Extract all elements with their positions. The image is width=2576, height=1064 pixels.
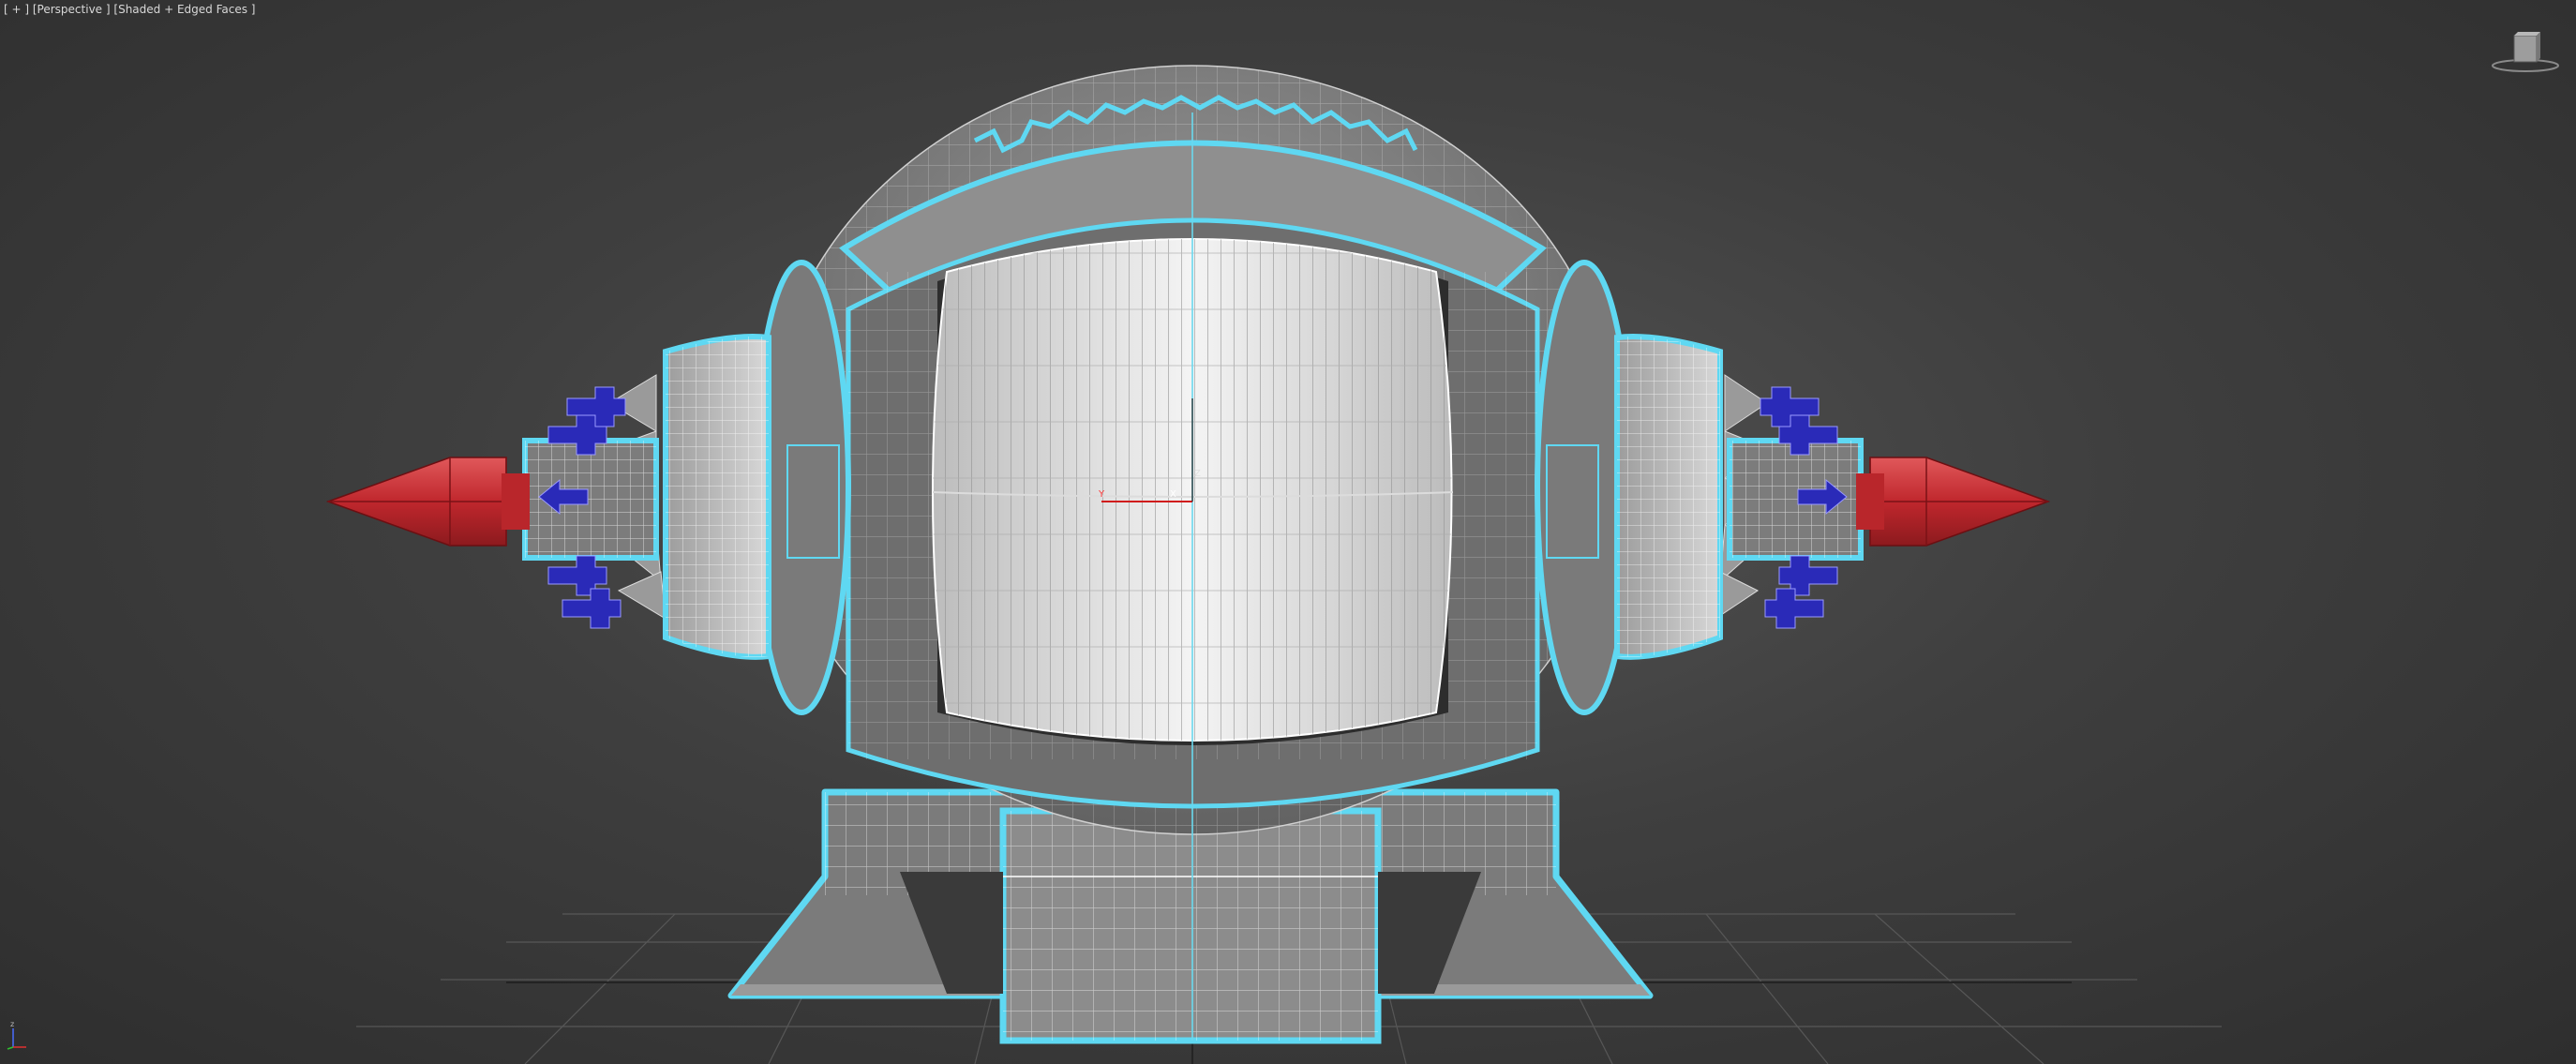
viewcube-icon[interactable]	[2490, 30, 2561, 75]
gizmo-z-label: Z	[1194, 469, 1201, 479]
axis-tripod-icon: z	[7, 1020, 26, 1050]
viewport-label-menu[interactable]: [ + ] [Perspective ] [Shaded + Edged Fac…	[4, 3, 255, 16]
side-cap-right[interactable]	[1535, 260, 1723, 715]
viewport-canvas[interactable]: Y X Z	[0, 0, 2576, 1064]
gizmo-y-label: Y	[1098, 489, 1105, 500]
viewport-camera-menu[interactable]: [Perspective ]	[33, 3, 111, 16]
side-cap-left[interactable]	[663, 260, 851, 715]
viewport-shading-menu[interactable]: [Shaded + Edged Faces ]	[113, 3, 255, 16]
tripod-z-label: z	[10, 1020, 14, 1028]
viewport-plus-menu[interactable]: [ + ]	[4, 3, 29, 16]
spike-right[interactable]	[1856, 457, 2051, 547]
gizmo-x-label: X	[1170, 489, 1176, 500]
spike-left[interactable]	[325, 457, 530, 547]
